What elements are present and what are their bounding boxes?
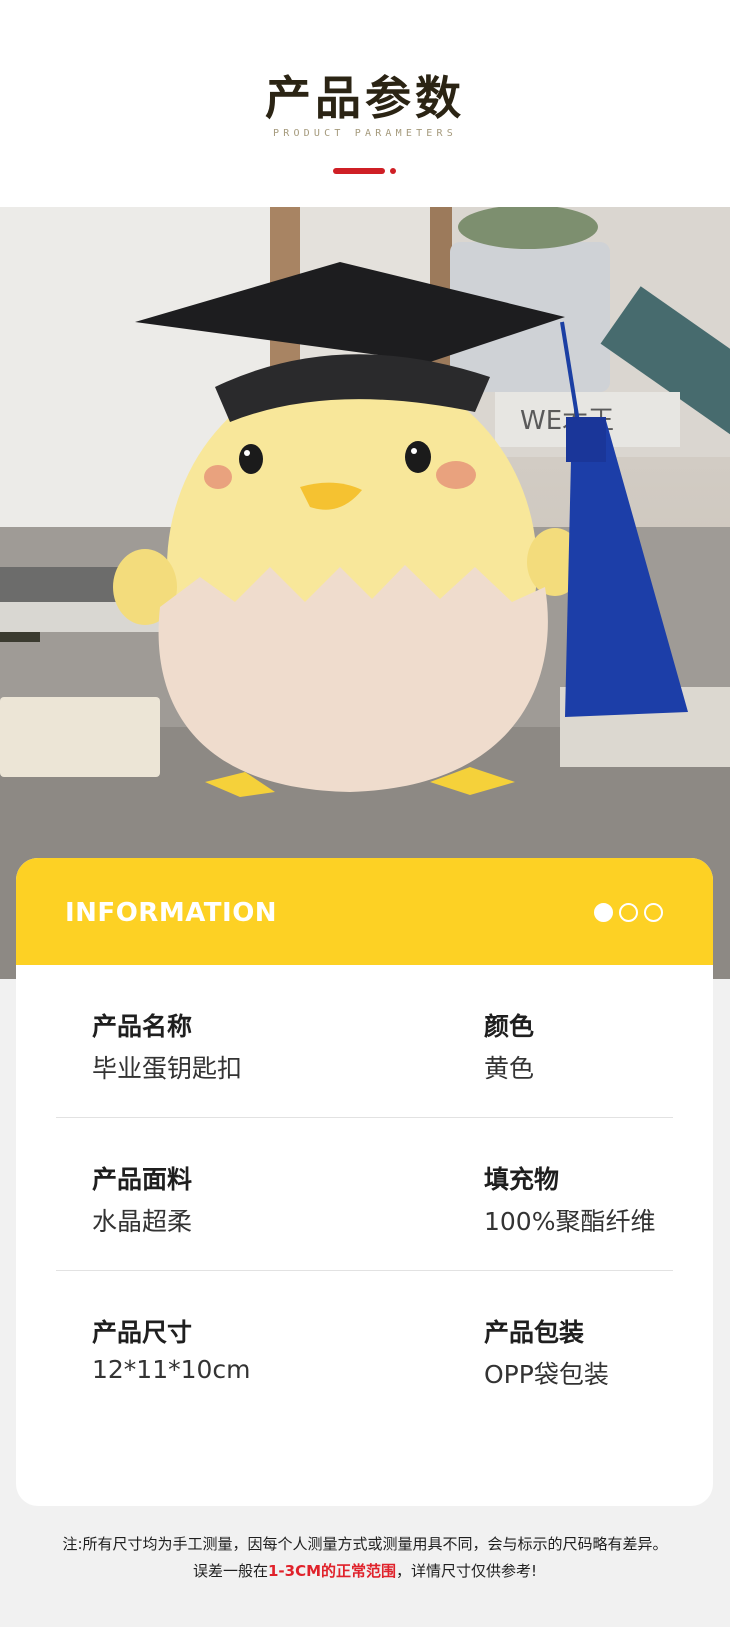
spec-row-3: 产品尺寸 12*11*10cm 产品包装 OPP袋包装 bbox=[56, 1271, 673, 1424]
tolerance-note: 误差一般在1-3CM的正常范围，详情尺寸仅供参考! bbox=[0, 1560, 730, 1581]
section-title: 产品参数 bbox=[265, 71, 465, 125]
spec-value: OPP袋包装 bbox=[484, 1360, 609, 1389]
title-underline bbox=[333, 168, 385, 174]
spec-label: 填充物 bbox=[484, 1165, 560, 1194]
section-header: 产品参数 PRODUCT PARAMETERS bbox=[0, 0, 730, 207]
spec-row-2: 产品面料 水晶超柔 填充物 100%聚酯纤维 bbox=[56, 1118, 673, 1271]
spec-value: 黄色 bbox=[484, 1054, 535, 1083]
spec-value: 12*11*10cm bbox=[92, 1355, 251, 1384]
section-subtitle: PRODUCT PARAMETERS bbox=[273, 128, 457, 139]
information-heading: INFORMATION bbox=[65, 898, 278, 928]
tolerance-suffix: ，详情尺寸仅供参考! bbox=[396, 1562, 538, 1580]
measurement-note: 注:所有尺寸均为手工测量，因每个人测量方式或测量用具不同，会与标示的尺码略有差异… bbox=[62, 1535, 668, 1553]
tolerance-range: 1-3CM的正常范围 bbox=[267, 1562, 397, 1580]
spec-value: 100%聚酯纤维 bbox=[484, 1207, 656, 1236]
spec-label: 产品面料 bbox=[92, 1165, 193, 1194]
spec-row-1: 产品名称 毕业蛋钥匙扣 颜色 黄色 bbox=[56, 965, 673, 1118]
pager-dot-2 bbox=[619, 903, 638, 922]
title-underline-dot bbox=[390, 168, 396, 174]
spec-label: 产品名称 bbox=[92, 1012, 193, 1041]
pager-dots bbox=[594, 903, 663, 922]
spec-label: 产品尺寸 bbox=[92, 1318, 193, 1347]
tolerance-prefix: 误差一般在 bbox=[192, 1562, 268, 1580]
spec-value: 水晶超柔 bbox=[92, 1207, 193, 1236]
spec-value: 毕业蛋钥匙扣 bbox=[92, 1054, 243, 1083]
information-card: INFORMATION 产品名称 毕业蛋钥匙扣 颜色 黄色 产品面料 水晶超柔 … bbox=[16, 858, 713, 1506]
pager-dot-3 bbox=[644, 903, 663, 922]
information-card-header: INFORMATION bbox=[16, 858, 713, 965]
spec-label: 颜色 bbox=[484, 1012, 535, 1041]
pager-dot-1 bbox=[594, 903, 613, 922]
spec-label: 产品包装 bbox=[484, 1318, 585, 1347]
